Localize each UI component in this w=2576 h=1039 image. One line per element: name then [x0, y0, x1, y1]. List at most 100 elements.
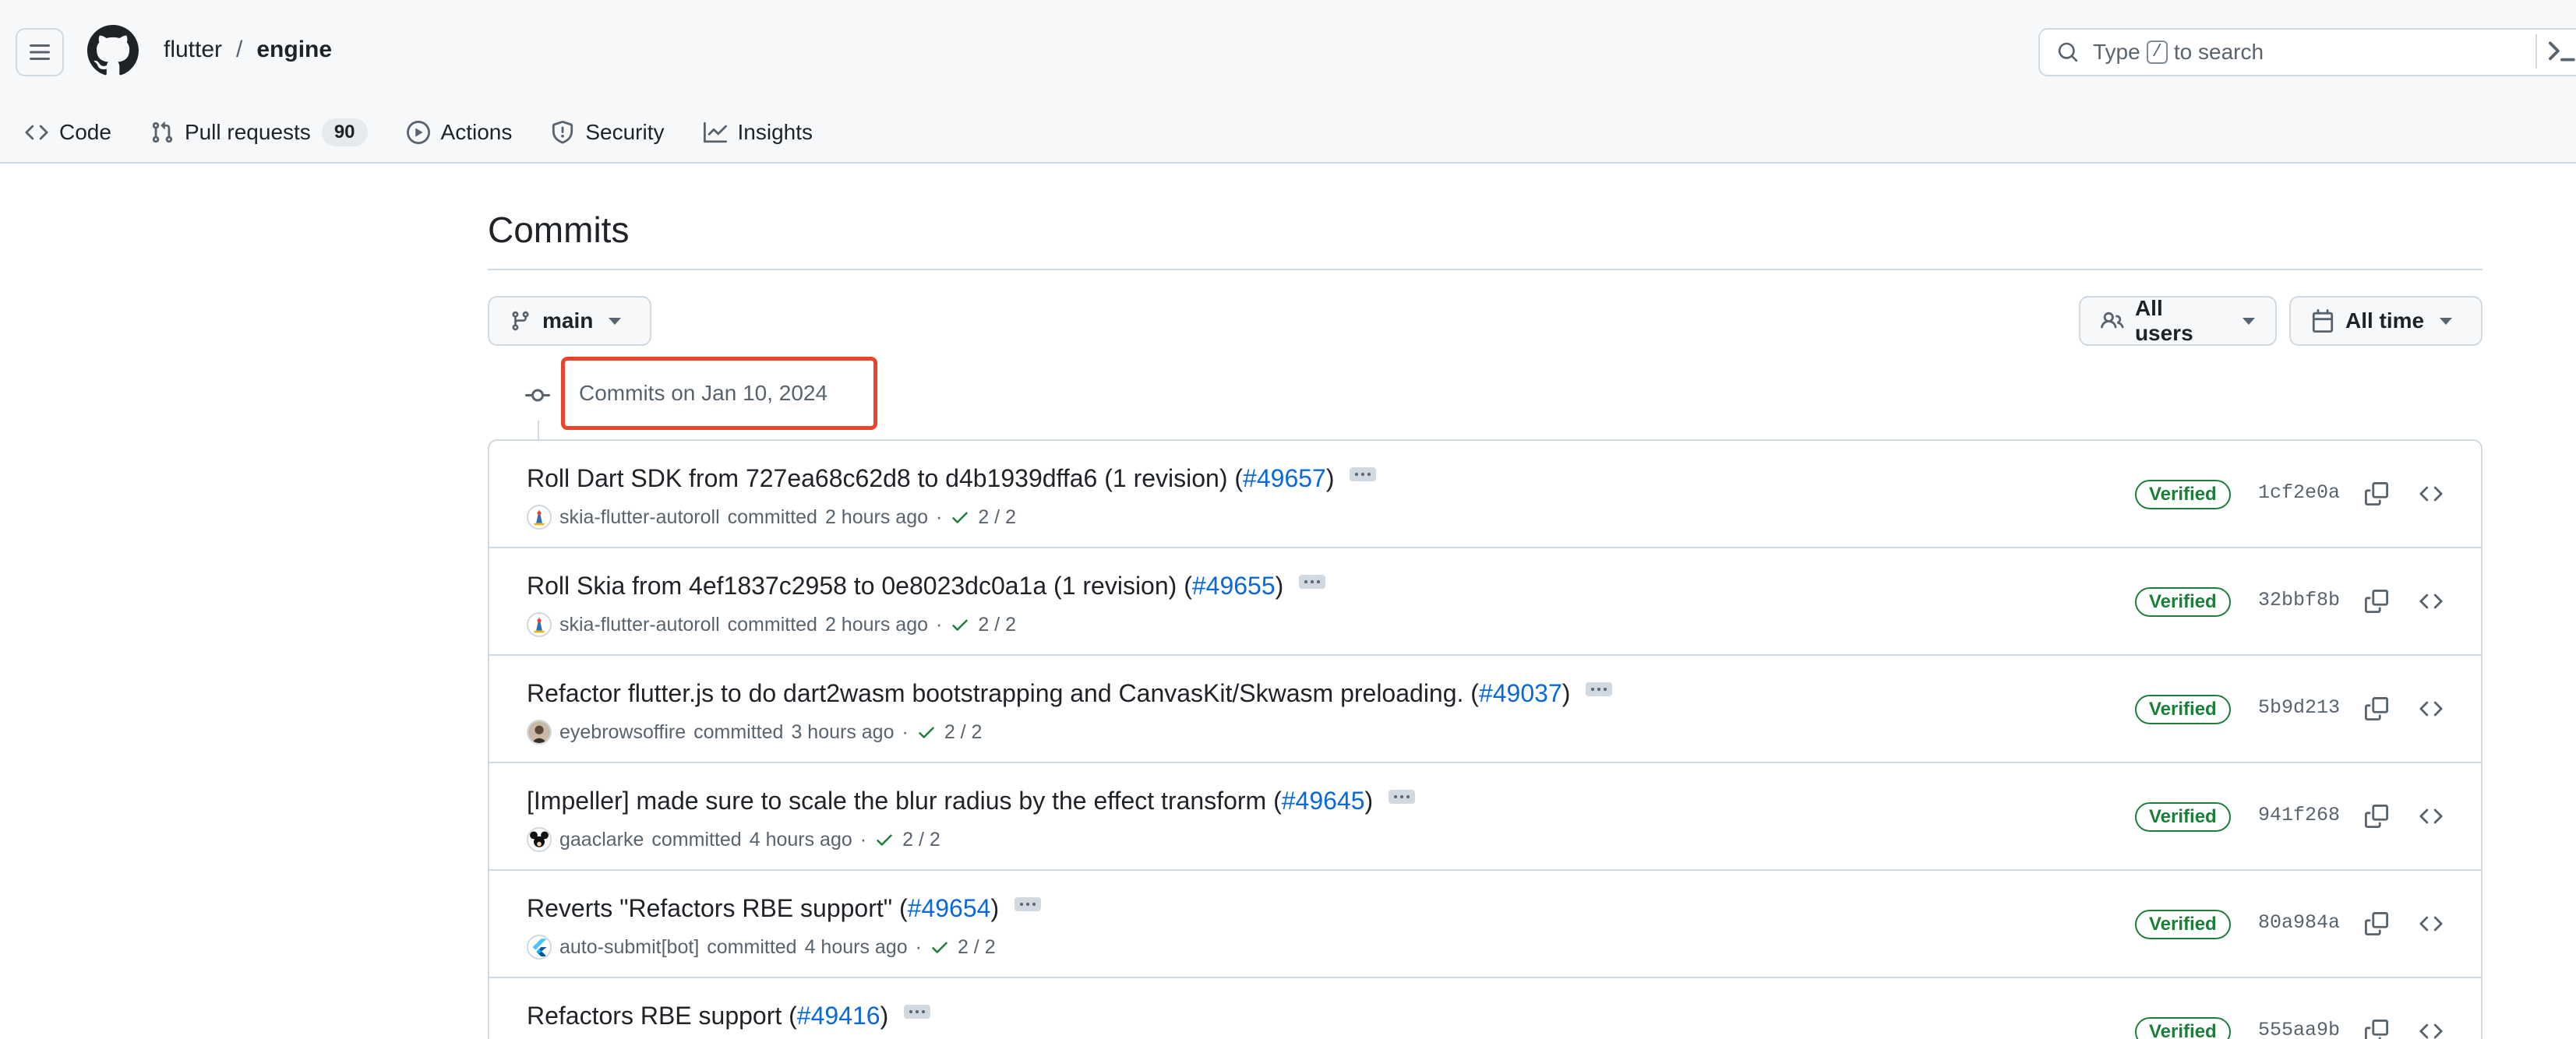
verified-badge[interactable]: Verified — [2135, 587, 2231, 617]
copy-sha-button[interactable] — [2359, 907, 2394, 941]
hamburger-icon — [30, 44, 50, 60]
branch-icon — [512, 311, 529, 331]
users-filter-button[interactable]: All users — [2079, 296, 2277, 346]
copy-sha-button[interactable] — [2359, 692, 2394, 726]
browse-repo-button[interactable] — [2414, 907, 2448, 941]
expand-message-button[interactable] — [1015, 896, 1042, 911]
commit-sha-link[interactable]: 941f268 — [2258, 804, 2340, 826]
tab-pull-requests[interactable]: Pull requests 90 — [150, 109, 368, 156]
commit-action: committed — [693, 720, 784, 743]
commit-title-text[interactable]: Refactors RBE support ( — [527, 1002, 797, 1030]
commit-sha-link[interactable]: 1cf2e0a — [2258, 481, 2340, 504]
commit-author-link[interactable]: skia-flutter-autoroll — [559, 614, 720, 636]
check-icon — [952, 512, 969, 523]
pull-request-link[interactable]: #49654 — [908, 894, 991, 923]
avatar[interactable] — [527, 505, 552, 530]
browse-repo-button[interactable] — [2414, 799, 2448, 833]
commit-title[interactable]: Refactor flutter.js to do dart2wasm boot… — [527, 679, 1613, 708]
commit-sha-link[interactable]: 555aa9b — [2258, 1019, 2340, 1039]
commit-sha-link[interactable]: 32bbf8b — [2258, 589, 2340, 611]
checks-status[interactable]: · 2 / 2 — [936, 506, 1016, 529]
copy-sha-button[interactable] — [2359, 1014, 2394, 1039]
commit-time: 4 hours ago — [749, 828, 852, 851]
verified-badge[interactable]: Verified — [2135, 910, 2231, 939]
github-logo-icon[interactable] — [87, 25, 139, 76]
tab-security[interactable]: Security — [551, 109, 665, 156]
browse-repo-button[interactable] — [2414, 692, 2448, 726]
checks-status[interactable]: · 2 / 2 — [902, 721, 982, 744]
commit-author-link[interactable]: eyebrowsoffire — [559, 721, 686, 744]
pull-request-link[interactable]: #49416 — [797, 1002, 880, 1030]
chevron-down-icon — [2440, 317, 2453, 325]
avatar[interactable] — [527, 935, 552, 960]
commit-group-header: Commits on Jan 10, 2024 — [561, 357, 877, 430]
commit-title-close: ) — [990, 894, 1000, 922]
tab-code-label: Code — [59, 120, 111, 144]
expand-message-button[interactable] — [1389, 789, 1416, 804]
tab-actions[interactable]: Actions — [406, 109, 512, 156]
meta-separator: · — [915, 935, 922, 958]
verified-badge[interactable]: Verified — [2135, 1017, 2231, 1039]
expand-message-button[interactable] — [1350, 467, 1377, 481]
verified-badge[interactable]: Verified — [2135, 802, 2231, 832]
pull-request-link[interactable]: #49657 — [1243, 464, 1326, 493]
commit-sha-link[interactable]: 5b9d213 — [2258, 696, 2340, 719]
pull-request-link[interactable]: #49655 — [1192, 572, 1276, 601]
expand-message-button[interactable] — [1299, 574, 1326, 589]
copy-sha-button[interactable] — [2359, 584, 2394, 618]
commit-action: committed — [727, 613, 817, 636]
copy-sha-button[interactable] — [2359, 799, 2394, 833]
commit-title[interactable]: Roll Dart SDK from 727ea68c62d8 to d4b19… — [527, 464, 1377, 493]
checks-status[interactable]: · 2 / 2 — [916, 936, 996, 959]
checks-status[interactable]: · 2 / 2 — [936, 614, 1016, 636]
commit-time: 3 hours ago — [791, 720, 895, 743]
commit-title-text[interactable]: Reverts "Refactors RBE support" ( — [527, 894, 908, 923]
branch-select-button[interactable]: main — [488, 296, 651, 346]
verified-badge[interactable]: Verified — [2135, 695, 2231, 724]
checks-status[interactable]: · 2 / 2 — [860, 829, 940, 851]
calendar-icon — [2312, 309, 2334, 333]
commit-meta: auto-submit[bot] committed 4 hours ago ·… — [527, 935, 996, 960]
pull-request-link[interactable]: #49037 — [1479, 679, 1562, 708]
browse-repo-button[interactable] — [2414, 1014, 2448, 1039]
commit-title-text[interactable]: Roll Dart SDK from 727ea68c62d8 to d4b19… — [527, 464, 1243, 493]
commit-title-text[interactable]: [Impeller] made sure to scale the blur r… — [527, 787, 1282, 815]
git-commit-icon — [525, 389, 550, 402]
commit-meta: skia-flutter-autoroll committed 2 hours … — [527, 505, 1016, 530]
commit-title[interactable]: Roll Skia from 4ef1837c2958 to 0e8023dc0… — [527, 572, 1326, 601]
expand-message-button[interactable] — [904, 1004, 931, 1019]
check-icon — [877, 834, 892, 846]
copy-sha-button[interactable] — [2359, 477, 2394, 511]
browse-repo-button[interactable] — [2414, 584, 2448, 618]
repo-name-link[interactable]: engine — [256, 37, 332, 63]
command-palette-icon[interactable] — [2545, 36, 2576, 67]
commit-sha-link[interactable]: 80a984a — [2258, 911, 2340, 934]
chevron-down-icon — [2243, 317, 2255, 325]
tab-code[interactable]: Code — [25, 109, 111, 156]
commit-author-link[interactable]: auto-submit[bot] — [559, 936, 699, 959]
avatar[interactable] — [527, 720, 552, 745]
avatar[interactable] — [527, 612, 552, 637]
browse-repo-button[interactable] — [2414, 477, 2448, 511]
commit-title[interactable]: [Impeller] made sure to scale the blur r… — [527, 787, 1416, 815]
tab-insights[interactable]: Insights — [703, 109, 813, 156]
search-input[interactable]: Type / to search — [2038, 28, 2576, 76]
play-icon — [406, 121, 430, 144]
time-filter-button[interactable]: All time — [2289, 296, 2482, 346]
expand-message-button[interactable] — [1586, 682, 1613, 696]
mouse-avatar-icon — [528, 829, 550, 851]
commit-title-text[interactable]: Roll Skia from 4ef1837c2958 to 0e8023dc0… — [527, 572, 1192, 601]
commit-title-text[interactable]: Refactor flutter.js to do dart2wasm boot… — [527, 679, 1479, 708]
commit-author-link[interactable]: gaaclarke — [559, 829, 644, 851]
avatar[interactable] — [527, 827, 552, 852]
repo-owner-link[interactable]: flutter — [164, 37, 222, 63]
breadcrumb: flutter / engine — [164, 37, 332, 63]
commit-author-link[interactable]: skia-flutter-autoroll — [559, 506, 720, 529]
verified-badge[interactable]: Verified — [2135, 480, 2231, 509]
commit-title[interactable]: Refactors RBE support (#49416) — [527, 1002, 931, 1030]
menu-button[interactable] — [16, 28, 64, 76]
pull-request-link[interactable]: #49645 — [1282, 787, 1365, 815]
code-icon — [2419, 808, 2443, 824]
commit-time: 4 hours ago — [804, 935, 908, 958]
commit-title[interactable]: Reverts "Refactors RBE support" (#49654) — [527, 894, 1042, 923]
